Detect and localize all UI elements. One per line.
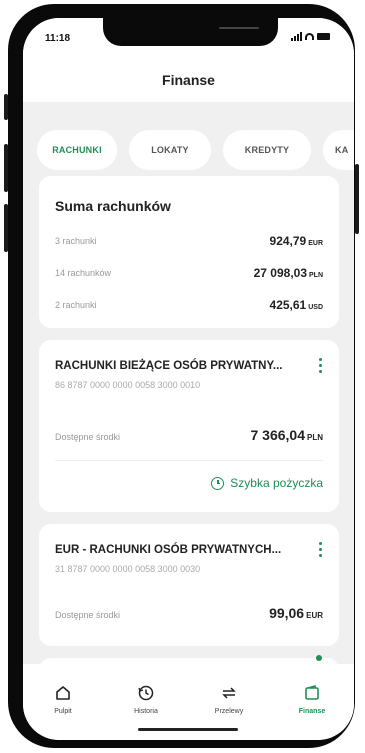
page-title: Finanse bbox=[162, 72, 215, 88]
home-icon bbox=[28, 684, 98, 702]
summary-row: 3 rachunki 924,79 EUR bbox=[55, 234, 323, 250]
more-options-icon[interactable] bbox=[319, 358, 323, 373]
active-indicator bbox=[316, 655, 322, 661]
power-button bbox=[355, 164, 359, 234]
nav-label: Finanse bbox=[298, 708, 326, 715]
tab-lokaty[interactable]: LOKATY bbox=[129, 130, 211, 170]
summary-card[interactable]: Suma rachunków 3 rachunki 924,79 EUR 14 r… bbox=[39, 176, 339, 328]
tab-rachunki[interactable]: RACHUNKI bbox=[37, 130, 117, 170]
summary-row: 2 rachunki 425,61 USD bbox=[55, 298, 323, 314]
tab-kredyty[interactable]: KREDYTY bbox=[223, 130, 311, 170]
nav-item-historia[interactable]: Historia bbox=[111, 684, 181, 715]
more-options-icon[interactable] bbox=[319, 542, 323, 557]
transfer-icon bbox=[194, 684, 264, 702]
wifi-icon bbox=[305, 33, 314, 40]
summary-row-label: 2 rachunki bbox=[55, 300, 97, 310]
summary-row-label: 3 rachunki bbox=[55, 236, 97, 246]
summary-row-label: 14 rachunków bbox=[55, 268, 112, 278]
account-balance: 7 366,04 PLN bbox=[250, 427, 324, 443]
summary-row: 14 rachunków 27 098,03 PLN bbox=[55, 266, 323, 282]
quick-loan-link[interactable]: Szybka pożyczka bbox=[211, 476, 323, 490]
signal-icon bbox=[291, 32, 302, 41]
status-bar: 11:18 bbox=[23, 18, 354, 50]
account-title: RACHUNKI BIEŻĄCE OSÓB PRYWATNY... bbox=[55, 360, 283, 372]
phone-frame: 11:18 Finanse RACHUNKI LOKATY KREDYTY KA… bbox=[4, 4, 359, 748]
nav-label: Historia bbox=[134, 708, 158, 715]
status-icons bbox=[291, 32, 330, 41]
summary-row-amount: 924,79 EUR bbox=[269, 234, 323, 248]
nav-item-przelewy[interactable]: Przelewy bbox=[194, 684, 264, 715]
summary-row-amount: 425,61 USD bbox=[269, 298, 323, 312]
nav-item-finanse[interactable]: Finanse bbox=[277, 684, 347, 715]
status-time: 11:18 bbox=[45, 33, 71, 44]
mute-switch bbox=[4, 94, 8, 120]
summary-title: Suma rachunków bbox=[55, 198, 171, 214]
finance-icon bbox=[277, 684, 347, 702]
available-funds-label: Dostępne środki bbox=[55, 610, 121, 620]
account-balance: 99,06 EUR bbox=[269, 605, 323, 621]
quick-loan-label: Szybka pożyczka bbox=[230, 476, 323, 490]
screen: 11:18 Finanse RACHUNKI LOKATY KREDYTY KA… bbox=[23, 18, 354, 740]
header: Finanse bbox=[23, 50, 354, 102]
volume-up-button bbox=[4, 144, 8, 192]
notch bbox=[103, 18, 278, 46]
available-funds-label: Dostępne środki bbox=[55, 432, 121, 442]
clock-icon bbox=[211, 476, 225, 490]
home-indicator bbox=[138, 728, 238, 731]
account-number: 31 8787 0000 0000 0058 3000 0030 bbox=[55, 564, 201, 574]
account-card[interactable]: EUR - RACHUNKI OSÓB PRYWATNYCH... 31 878… bbox=[39, 524, 339, 646]
tab-bar: RACHUNKI LOKATY KREDYTY KA bbox=[23, 130, 354, 170]
tab-ka[interactable]: KA bbox=[323, 130, 354, 170]
nav-label: Przelewy bbox=[214, 708, 244, 715]
volume-down-button bbox=[4, 204, 8, 252]
account-card[interactable]: RACHUNKI BIEŻĄCE OSÓB PRYWATNY... 86 878… bbox=[39, 340, 339, 512]
divider bbox=[55, 460, 323, 461]
account-title: EUR - RACHUNKI OSÓB PRYWATNYCH... bbox=[55, 544, 282, 556]
nav-label: Pulpit bbox=[54, 708, 72, 715]
account-number: 86 8787 0000 0000 0058 3000 0010 bbox=[55, 380, 201, 390]
summary-row-amount: 27 098,03 PLN bbox=[253, 266, 323, 280]
battery-icon bbox=[317, 33, 330, 40]
nav-item-pulpit[interactable]: Pulpit bbox=[28, 684, 98, 715]
history-icon bbox=[111, 684, 181, 702]
